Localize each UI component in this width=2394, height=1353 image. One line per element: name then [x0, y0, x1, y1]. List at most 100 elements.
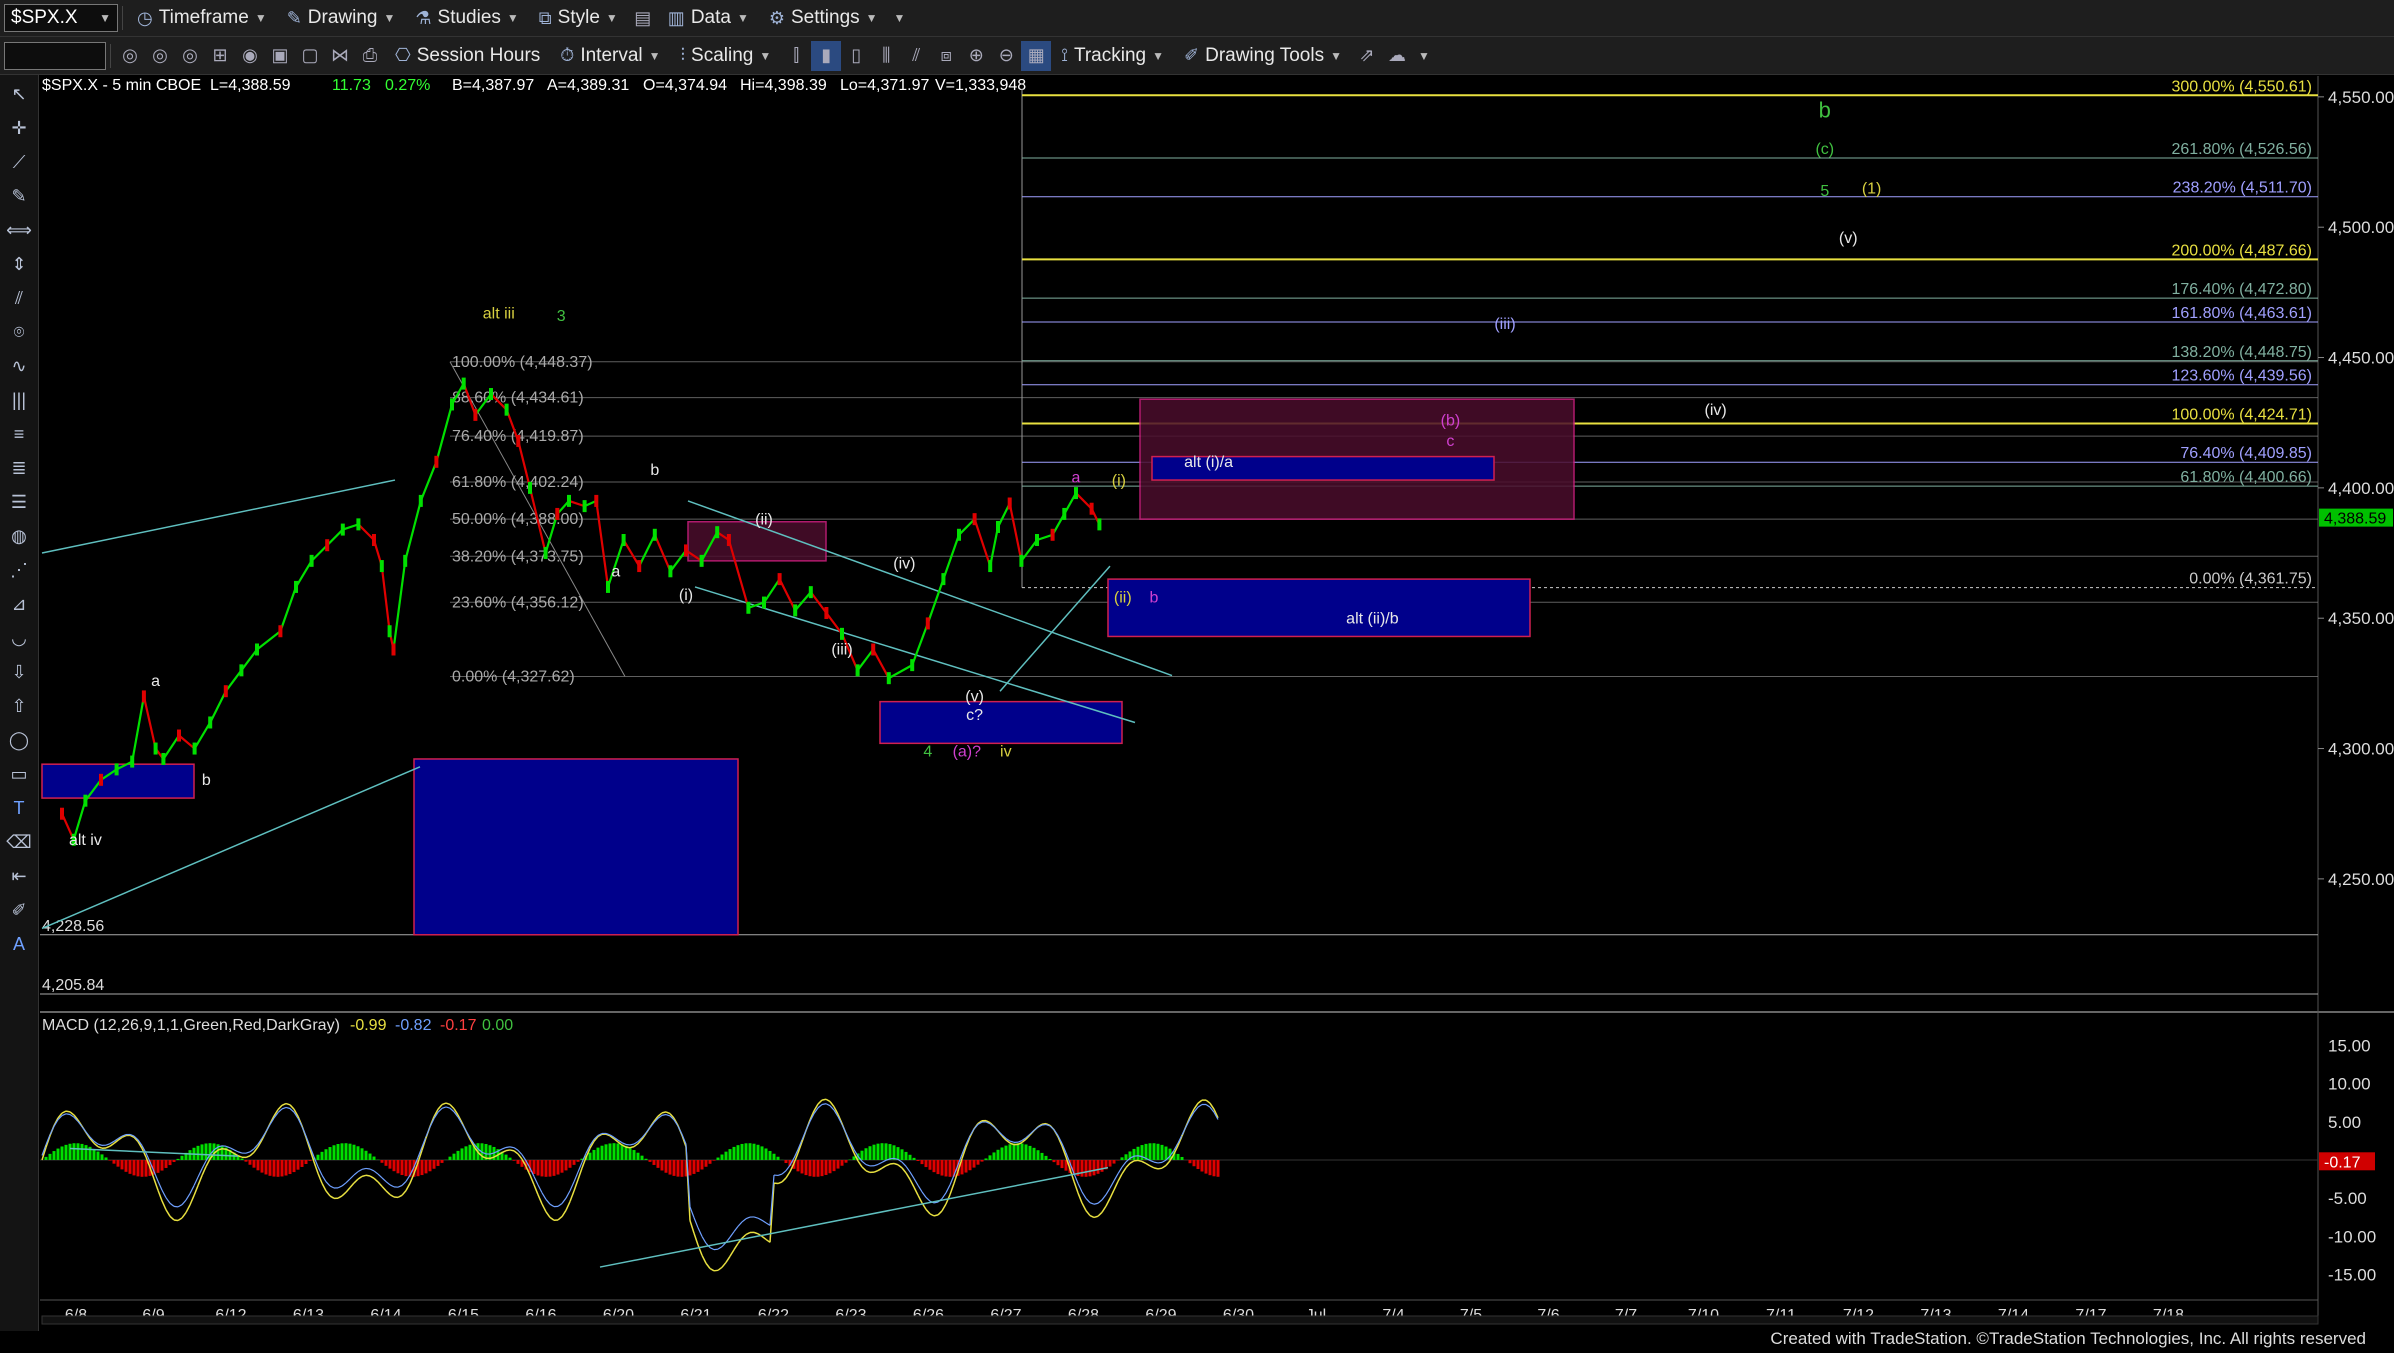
macd-signal-line — [909, 1171, 915, 1179]
fib-left-label: 38.20% (4,373.75) — [452, 548, 584, 565]
macd-signal-line — [925, 1196, 931, 1202]
price-candle — [1097, 518, 1102, 531]
wave-label: c — [1446, 433, 1454, 450]
macd-line — [501, 1149, 507, 1154]
macd-signal-line — [337, 1185, 343, 1189]
macd-line — [181, 1212, 187, 1219]
wave-label: (iii) — [831, 642, 852, 659]
macd-line — [189, 1195, 195, 1206]
macd-signal-line — [249, 1148, 255, 1153]
macd-line — [665, 1111, 671, 1115]
macd-signal-line — [245, 1151, 251, 1154]
macd-signal-line — [325, 1181, 331, 1187]
wave-label: b — [1150, 590, 1159, 607]
macd-signal-line — [677, 1125, 683, 1135]
macd-signal-line — [825, 1103, 831, 1107]
price-candle — [83, 794, 88, 807]
macd-signal-line — [1153, 1161, 1159, 1164]
price-candle — [606, 580, 610, 593]
macd-y-tick: -15.00 — [2328, 1266, 2376, 1285]
y-tick-label: 4,350.00 — [2328, 609, 2394, 628]
macd-line — [873, 1169, 879, 1173]
macd-signal-line — [97, 1143, 103, 1146]
macd-signal-line — [301, 1126, 307, 1137]
macd-signal-line — [1105, 1187, 1111, 1195]
header-field-2: 11.73 — [332, 77, 371, 94]
macd-line — [377, 1181, 383, 1187]
price-candle — [808, 586, 813, 599]
price-candle — [278, 625, 283, 638]
macd-value-2: -0.82 — [395, 1017, 432, 1034]
macd-signal-line — [737, 1221, 743, 1227]
price-candle — [652, 528, 657, 541]
macd-line — [629, 1145, 635, 1149]
header-field-7: Hi=4,398.39 — [740, 77, 827, 94]
macd-signal-line — [541, 1192, 547, 1200]
fib-right-label: 100.00% (4,424.71) — [2171, 406, 2312, 423]
price-segment — [825, 612, 843, 635]
macd-signal-line — [357, 1168, 363, 1173]
macd-signal-line — [225, 1145, 231, 1149]
macd-signal-line — [777, 1173, 783, 1176]
target-box-large — [413, 758, 739, 936]
price-segment — [419, 461, 438, 502]
price-candle — [996, 520, 1000, 533]
macd-signal-line — [1205, 1103, 1211, 1108]
macd-line — [925, 1208, 931, 1215]
header-field-9: V=1,333,948 — [935, 77, 1026, 94]
price-chart[interactable]: $SPX.X - 5 min CBOE L=4,388.59 11.73 0.27% B… — [0, 0, 2394, 1353]
macd-signal-line — [321, 1174, 327, 1182]
macd-signal-line — [549, 1203, 555, 1208]
macd-line — [913, 1186, 919, 1196]
macd-signal-line — [1117, 1166, 1123, 1174]
fib-right-label: 123.60% (4,439.56) — [2171, 368, 2312, 385]
macd-signal-line — [625, 1143, 631, 1146]
fib-right-label: 200.00% (4,487.66) — [2171, 242, 2312, 259]
footer-copyright: Created with TradeStation. ©TradeStation… — [1770, 1329, 2366, 1348]
macd-signal-line — [629, 1143, 635, 1146]
macd-line — [785, 1171, 791, 1179]
price-segment — [1075, 492, 1093, 510]
macd-signal-line — [373, 1170, 379, 1175]
macd-line — [821, 1098, 827, 1101]
macd-signal-line — [169, 1202, 175, 1207]
fib-right-label: 61.80% (4,400.66) — [2180, 469, 2312, 486]
fib-right-label: 238.20% (4,511.70) — [2173, 180, 2312, 197]
macd-signal-line — [285, 1106, 291, 1110]
macd-signal-line — [689, 1206, 695, 1218]
wave-label: iv — [1000, 743, 1012, 760]
wave-label: (c) — [1815, 141, 1834, 158]
macd-line — [1093, 1215, 1099, 1219]
price-candle — [777, 573, 782, 586]
macd-y-tick: 5.00 — [2328, 1113, 2361, 1132]
macd-signal-line — [1157, 1161, 1163, 1164]
macd-signal-line — [569, 1181, 575, 1191]
fib-right-label: 0.00% (4,361.75) — [2189, 571, 2312, 588]
macd-signal-line — [501, 1146, 507, 1150]
header-field-3: 0.27% — [385, 77, 430, 94]
macd-signal-line — [445, 1106, 451, 1109]
macd-signal-line — [1113, 1173, 1119, 1182]
macd-value-4: 0.00 — [482, 1017, 513, 1034]
macd-label: MACD (12,26,9,1,1,Green,Red,DarkGray) — [42, 1017, 340, 1034]
wave-label: (ii) — [755, 511, 773, 528]
macd-signal-line — [781, 1170, 787, 1175]
y-tick-label: 4,300.00 — [2328, 740, 2394, 759]
price-segment — [568, 499, 585, 508]
macd-line — [177, 1217, 183, 1222]
price-segment — [295, 560, 313, 588]
price-segment — [872, 648, 890, 679]
macd-line — [689, 1220, 695, 1234]
price-candle — [177, 729, 181, 742]
header-field-4: B=4,387.97 — [452, 77, 534, 94]
price-candle — [543, 547, 548, 560]
macd-line — [741, 1233, 747, 1239]
wave-label: (i) — [679, 587, 693, 604]
macd-line — [61, 1110, 67, 1114]
macd-signal-line — [233, 1149, 239, 1153]
macd-signal-line — [65, 1113, 71, 1116]
price-candle — [528, 481, 532, 494]
macd-trendline-lower — [599, 1166, 1109, 1268]
price-segment — [856, 648, 875, 672]
macd-signal-line — [385, 1181, 391, 1186]
